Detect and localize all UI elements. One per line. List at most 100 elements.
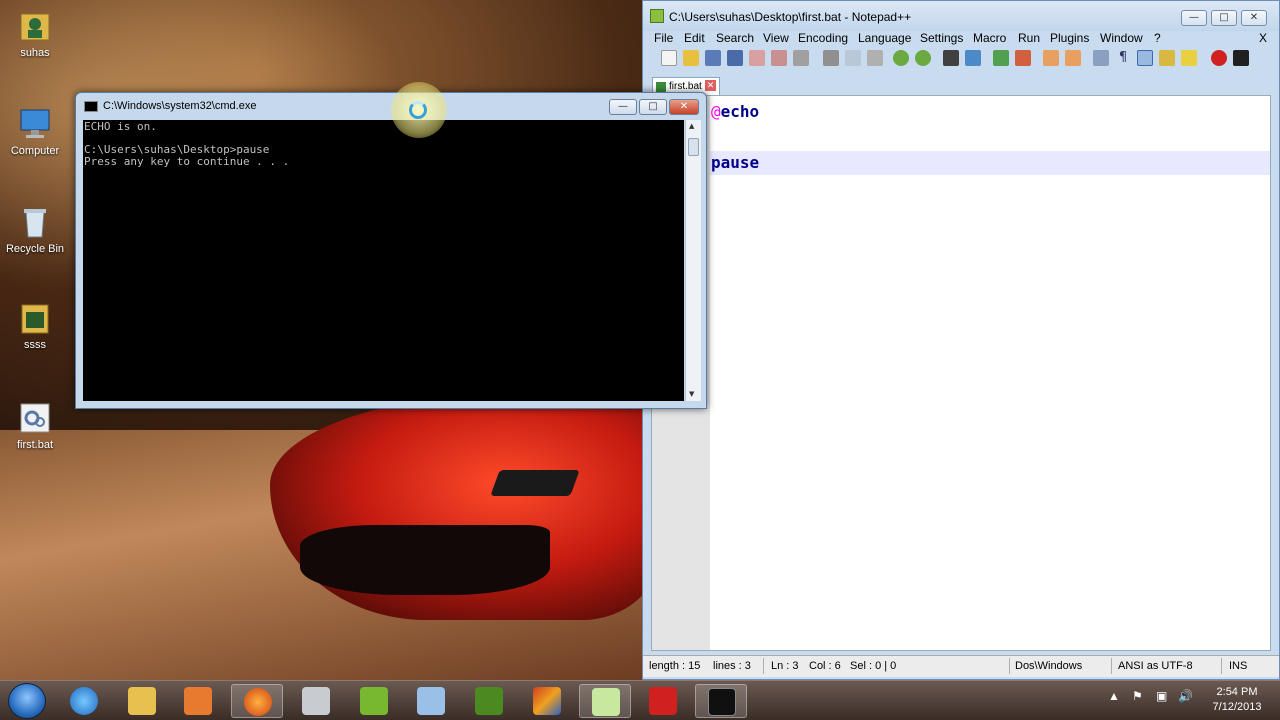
notepad-window-title: C:\Users\suhas\Desktop\first.bat - Notep…: [669, 10, 912, 24]
computer-icon: [20, 109, 50, 138]
save-icon[interactable]: [705, 50, 721, 66]
cut-icon[interactable]: [823, 50, 839, 66]
maximize-button[interactable]: □: [1211, 10, 1237, 26]
save-all-icon[interactable]: [727, 50, 743, 66]
network-icon[interactable]: ▣: [1156, 689, 1167, 703]
console-output[interactable]: ECHO is on. C:\Users\suhas\Desktop>pause…: [83, 120, 684, 401]
menu-close-document[interactable]: X: [1259, 31, 1267, 45]
taskbar-explorer[interactable]: [116, 684, 168, 718]
cmd-app-icon: [84, 101, 98, 112]
open-file-icon[interactable]: [683, 50, 699, 66]
show-hidden-icons-icon[interactable]: ▲: [1108, 689, 1120, 703]
cmd-scrollbar[interactable]: ▲ ▼: [685, 120, 701, 401]
status-length: length : 15: [649, 660, 701, 672]
language-icon[interactable]: [1159, 50, 1175, 66]
start-button[interactable]: [8, 683, 46, 719]
desktop-icon-suhas[interactable]: suhas: [0, 8, 70, 59]
notepad-title-bar[interactable]: C:\Users\suhas\Desktop\first.bat - Notep…: [643, 1, 1279, 31]
menu-edit[interactable]: Edit: [684, 31, 705, 45]
document-tab-strip: first.bat ✕: [643, 75, 1279, 95]
taskbar-firefox[interactable]: [231, 684, 283, 718]
doc-map-icon[interactable]: [1181, 50, 1197, 66]
desktop-icon-first-bat[interactable]: first.bat: [0, 400, 70, 451]
cmd-maximize-button[interactable]: □: [639, 99, 667, 115]
taskbar-clock[interactable]: 2:54 PM 7/12/2013: [1202, 685, 1272, 715]
keyword-echo: echo: [720, 102, 760, 121]
taskbar: ▲ ⚑ ▣ 🔊 2:54 PM 7/12/2013: [0, 680, 1280, 720]
wallpaper-car-grille: [300, 525, 550, 595]
menu-search[interactable]: Search: [716, 31, 754, 45]
clock-date: 7/12/2013: [1212, 701, 1262, 713]
folder-icon: [21, 304, 49, 334]
volume-icon[interactable]: 🔊: [1178, 689, 1193, 703]
editor-line-3: pause: [710, 151, 1270, 175]
media-player-icon: [184, 687, 212, 715]
editor-area[interactable]: @echo pause: [651, 95, 1271, 651]
internet-explorer-icon: [70, 687, 98, 715]
status-divider: [1111, 658, 1112, 674]
replace-icon[interactable]: [965, 50, 981, 66]
cmd-close-button[interactable]: ✕: [669, 99, 699, 115]
sync-vertical-icon[interactable]: [1043, 50, 1059, 66]
taskbar-q8-app[interactable]: [637, 684, 689, 718]
status-ln: Ln : 3: [771, 660, 799, 672]
sync-horizontal-icon[interactable]: [1065, 50, 1081, 66]
menu-run[interactable]: Run: [1018, 31, 1040, 45]
close-button[interactable]: ✕: [1241, 10, 1267, 26]
paste-icon[interactable]: [867, 50, 883, 66]
taskbar-internet-explorer[interactable]: [58, 684, 110, 718]
stop-macro-icon[interactable]: [1233, 50, 1249, 66]
minimize-button[interactable]: —: [1181, 10, 1207, 26]
print-icon[interactable]: [793, 50, 809, 66]
taskbar-android-sdk[interactable]: [348, 684, 400, 718]
taskbar-media-player[interactable]: [172, 684, 224, 718]
menu-macro[interactable]: Macro: [973, 31, 1006, 45]
cmd-minimize-button[interactable]: —: [609, 99, 637, 115]
desktop-icon-recycle-bin[interactable]: Recycle Bin: [0, 204, 70, 255]
scrollbar-thumb[interactable]: [688, 138, 699, 156]
record-macro-icon[interactable]: [1211, 50, 1227, 66]
desktop-icon-computer[interactable]: Computer: [0, 106, 70, 157]
menu-encoding[interactable]: Encoding: [798, 31, 848, 45]
taskbar-app[interactable]: [521, 684, 573, 718]
new-file-icon[interactable]: [661, 50, 677, 66]
zoom-out-icon[interactable]: [1015, 50, 1031, 66]
indent-guide-icon[interactable]: [1137, 50, 1153, 66]
redo-icon[interactable]: [915, 50, 931, 66]
copy-icon[interactable]: [845, 50, 861, 66]
status-divider: [763, 658, 764, 674]
cmd-window: C:\Windows\system32\cmd.exe — □ ✕ ECHO i…: [75, 92, 707, 409]
tab-close-icon[interactable]: ✕: [705, 80, 716, 91]
action-center-flag-icon[interactable]: ⚑: [1132, 689, 1143, 703]
saved-file-icon: [656, 82, 666, 92]
scroll-down-icon[interactable]: ▼: [689, 390, 694, 398]
folder-icon: [128, 687, 156, 715]
batch-file-icon: [20, 403, 50, 433]
scroll-up-icon[interactable]: ▲: [689, 122, 694, 130]
show-all-chars-icon[interactable]: ¶: [1115, 50, 1131, 66]
dreamweaver-icon: [475, 687, 503, 715]
taskbar-installer[interactable]: [290, 684, 342, 718]
find-icon[interactable]: [943, 50, 959, 66]
menu-language[interactable]: Language: [858, 31, 911, 45]
menu-view[interactable]: View: [763, 31, 789, 45]
desktop-icon-label: ssss: [24, 339, 46, 351]
taskbar-dreamweaver[interactable]: [463, 684, 515, 718]
menu-window[interactable]: Window: [1100, 31, 1143, 45]
cube-icon: [417, 687, 445, 715]
zoom-in-icon[interactable]: [993, 50, 1009, 66]
taskbar-virtualbox[interactable]: [405, 684, 457, 718]
menu-help[interactable]: ?: [1154, 31, 1161, 45]
undo-icon[interactable]: [893, 50, 909, 66]
close-all-icon[interactable]: [771, 50, 787, 66]
desktop-icon-label: first.bat: [16, 439, 54, 451]
menu-file[interactable]: File: [654, 31, 673, 45]
q8-icon: [649, 687, 677, 715]
menu-settings[interactable]: Settings: [920, 31, 963, 45]
desktop-icon-ssss[interactable]: ssss: [0, 300, 70, 351]
menu-plugins[interactable]: Plugins: [1050, 31, 1089, 45]
taskbar-notepad-plus-plus[interactable]: [579, 684, 631, 718]
word-wrap-icon[interactable]: [1093, 50, 1109, 66]
taskbar-cmd[interactable]: [695, 684, 747, 718]
close-file-icon[interactable]: [749, 50, 765, 66]
